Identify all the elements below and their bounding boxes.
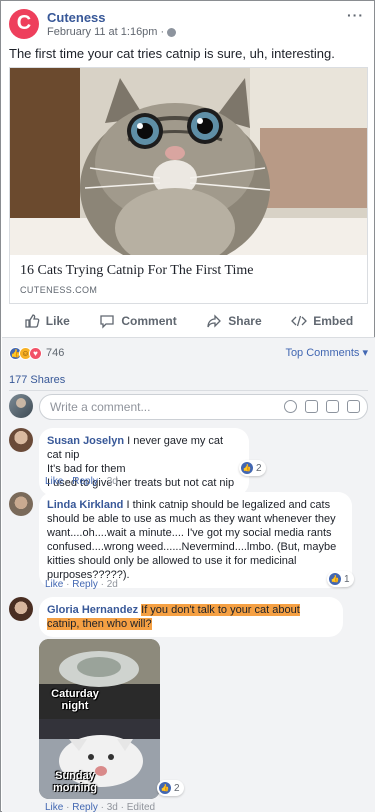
commenter-name[interactable]: Linda Kirkland: [47, 499, 123, 511]
link-info[interactable]: 16 Cats Trying Catnip For The First Time…: [10, 255, 367, 303]
comment-meta: Like · Reply · 2d: [45, 579, 118, 590]
avatar[interactable]: [9, 428, 33, 452]
reaction-count[interactable]: 746: [46, 347, 64, 359]
comment-age[interactable]: 2d: [107, 579, 118, 590]
post-header: C Cuteness February 11 at 1:16pm · ···: [9, 7, 366, 41]
like-reaction-icon: 👍: [159, 782, 171, 794]
comment-reply-link[interactable]: Reply: [72, 476, 98, 487]
comment-item: Linda Kirkland I think catnip should be …: [9, 492, 368, 592]
love-reaction-icon: ♥: [29, 346, 42, 360]
avatar[interactable]: [9, 597, 33, 621]
comment-age[interactable]: 3d: [107, 802, 118, 812]
like-button[interactable]: Like: [24, 313, 70, 329]
commenter-name[interactable]: Gloria Hernandez: [47, 604, 138, 616]
link-image[interactable]: [10, 68, 367, 255]
comment-reaction-count: 2: [174, 782, 180, 794]
comment-edited[interactable]: Edited: [127, 802, 155, 812]
comment-item: Susan Joselyn I never gave my cat cat ni…: [9, 428, 368, 496]
comment-label: Comment: [121, 314, 177, 328]
comment-bubble: Linda Kirkland I think catnip should be …: [39, 492, 352, 588]
code-brackets-icon: [291, 315, 308, 327]
comment-reply-link[interactable]: Reply: [72, 802, 98, 812]
meme-image[interactable]: Caturday night Sunday morning: [39, 639, 160, 799]
share-label: Share: [228, 314, 262, 328]
comment-reaction-count: 2: [256, 462, 262, 474]
share-arrow-icon: [207, 314, 222, 328]
meme-caption-top: Caturday night: [51, 688, 99, 712]
thumbs-up-icon: [25, 314, 40, 328]
meme-caption-bottom: Sunday morning: [53, 770, 97, 794]
comment-text: I think catnip should be legalized and c…: [47, 499, 337, 581]
comment-age[interactable]: 3d: [107, 476, 118, 487]
avatar[interactable]: [9, 492, 33, 516]
comment-meta: Like · Reply · 3d: [45, 476, 118, 487]
emoji-icon[interactable]: [284, 400, 297, 413]
post-text: The first time your cat tries catnip is …: [9, 46, 335, 61]
link-title[interactable]: 16 Cats Trying Catnip For The First Time: [20, 263, 254, 279]
comments-section: 👍 ☺ ♥ 746 Top Comments ▾ 177 Shares Susa…: [2, 337, 375, 812]
comment-composer: [9, 394, 368, 422]
comment-reactions[interactable]: 👍 2: [157, 780, 184, 796]
share-button[interactable]: Share: [206, 313, 262, 329]
comment-meta: Like · Reply · 3d · Edited: [45, 802, 156, 812]
composer-icons: [284, 400, 360, 413]
globe-icon: [167, 27, 177, 37]
commenter-name[interactable]: Susan Joselyn: [47, 435, 124, 447]
more-options-icon[interactable]: ···: [347, 7, 364, 23]
avatar[interactable]: [9, 394, 33, 418]
comment-item: Gloria Hernandez If you don't talk to yo…: [9, 597, 368, 812]
link-preview-card[interactable]: 16 Cats Trying Catnip For The First Time…: [9, 67, 368, 304]
comment-text: It's bad for them: [47, 463, 126, 475]
comment-bubble-icon: [100, 315, 115, 329]
comment-reactions[interactable]: 👍 2: [239, 460, 266, 476]
comment-button[interactable]: Comment: [99, 313, 177, 329]
shares-count[interactable]: 177 Shares: [9, 374, 65, 386]
post-frame: C Cuteness February 11 at 1:16pm · ··· T…: [0, 0, 375, 812]
page-logo[interactable]: C: [9, 9, 39, 39]
reactions-summary[interactable]: 👍 ☺ ♥ 746 Top Comments ▾: [9, 345, 368, 361]
post-meta: February 11 at 1:16pm ·: [47, 26, 177, 38]
like-label: Like: [45, 314, 70, 328]
comment-like-link[interactable]: Like: [45, 802, 63, 812]
sticker-icon[interactable]: [347, 400, 360, 413]
camera-icon[interactable]: [305, 400, 318, 413]
logo-letter: C: [16, 12, 32, 34]
embed-label: Embed: [313, 314, 354, 328]
post-action-bar: Like Comment Share Embed: [9, 307, 368, 335]
embed-button[interactable]: Embed: [291, 313, 353, 329]
gif-icon[interactable]: [326, 400, 339, 413]
comment-reply-link[interactable]: Reply: [72, 579, 98, 590]
comment-reactions[interactable]: 👍 1: [327, 571, 354, 587]
top-comments-dropdown[interactable]: Top Comments ▾: [285, 346, 368, 359]
like-reaction-icon: 👍: [241, 462, 253, 474]
comment-reaction-count: 1: [344, 573, 350, 585]
cat-photo: [10, 68, 367, 255]
page-name-link[interactable]: Cuteness: [47, 10, 106, 25]
post-timestamp[interactable]: February 11 at 1:16pm: [47, 26, 157, 38]
comment-like-link[interactable]: Like: [45, 476, 63, 487]
divider: [9, 390, 368, 391]
like-reaction-icon: 👍: [329, 573, 341, 585]
comment-like-link[interactable]: Like: [45, 579, 63, 590]
link-domain: CUTENESS.COM: [20, 285, 98, 295]
comment-bubble: Gloria Hernandez If you don't talk to yo…: [39, 597, 343, 637]
